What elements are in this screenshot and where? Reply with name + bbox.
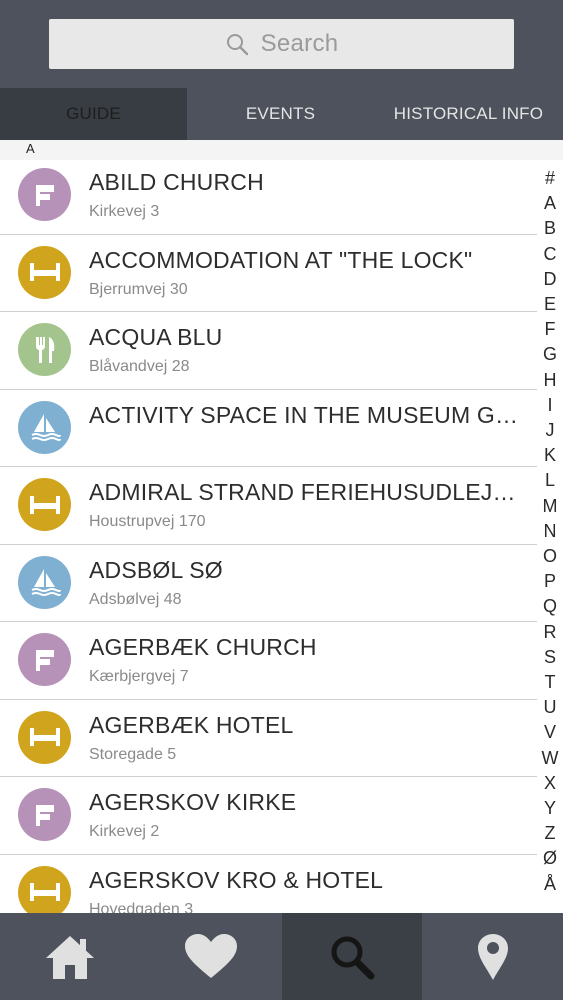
search-placeholder: Search — [260, 30, 339, 57]
tab-bar: GUIDE EVENTS HISTORICAL INFO — [0, 88, 563, 147]
bottom-nav — [0, 913, 563, 1000]
tab-historical-info[interactable]: HISTORICAL INFO — [374, 88, 563, 140]
alphabet-index-letter[interactable]: C — [544, 244, 557, 264]
bed-icon — [18, 478, 71, 531]
tab-label: HISTORICAL INFO — [393, 104, 544, 123]
church-flag-icon — [18, 788, 71, 841]
alphabet-index-letter[interactable]: A — [544, 193, 556, 213]
alphabet-index[interactable]: # A B C D E F G H I J K L M N O P Q R S T U V W X Y Z Ø Å — [537, 168, 563, 894]
alphabet-index-letter[interactable]: Y — [544, 798, 556, 818]
nav-search-button[interactable] — [281, 913, 423, 1000]
list-item-address: Blåvandvej 28 — [89, 358, 190, 375]
list-item-address: Hovedgaden 3 — [89, 900, 194, 914]
list-item-address: Kirkevej 3 — [89, 203, 160, 220]
list-item[interactable]: ACQUA BLU Blåvandvej 28 — [0, 312, 537, 390]
list-item-address: Kærbjergvej 7 — [89, 668, 189, 685]
alphabet-index-letter[interactable]: T — [545, 672, 556, 692]
list-item[interactable]: AGERSKOV KRO & HOTEL Hovedgaden 3 — [0, 855, 537, 914]
section-letter: A — [26, 141, 35, 156]
list-item-address: Houstrupvej 170 — [89, 513, 206, 530]
alphabet-index-letter[interactable]: P — [544, 571, 556, 591]
list-item[interactable]: AGERSKOV KIRKE Kirkevej 2 — [0, 777, 537, 855]
tab-events[interactable]: EVENTS — [187, 88, 374, 140]
tab-label: GUIDE — [66, 104, 121, 123]
location-pin-icon — [477, 933, 508, 980]
list-item-address: Storegade 5 — [89, 745, 177, 763]
alphabet-index-letter[interactable]: R — [544, 622, 557, 642]
alphabet-index-letter[interactable]: Å — [544, 874, 556, 894]
sailboat-icon — [18, 555, 71, 609]
list-item-title: ADMIRAL STRAND FERIEHUSUDLEJNING — [89, 479, 519, 505]
alphabet-index-letter[interactable]: J — [546, 420, 555, 440]
alphabet-index-letter[interactable]: V — [544, 722, 556, 742]
list-item-title: AGERSKOV KRO & HOTEL — [89, 866, 384, 893]
heart-icon — [185, 933, 238, 978]
alphabet-index-letter[interactable]: O — [543, 546, 557, 566]
list-item-address: Bjerrumvej 30 — [89, 280, 188, 298]
tab-label: EVENTS — [245, 104, 316, 123]
list-item-title: AGERSKOV KIRKE — [89, 789, 297, 815]
nav-home-button[interactable] — [0, 913, 141, 1000]
list-item[interactable]: ACCOMMODATION AT "THE LOCK" Bjerrumvej 30 — [0, 235, 537, 312]
list-item[interactable]: ADMIRAL STRAND FERIEHUSUDLEJNING Houstrup… — [0, 467, 537, 545]
church-flag-icon — [18, 168, 71, 221]
search-bar: Search — [0, 0, 563, 88]
list-item[interactable]: ADSBØL SØ Adsbølvej 48 — [0, 545, 537, 622]
alphabet-index-letter[interactable]: W — [542, 748, 559, 768]
alphabet-index-letter[interactable]: G — [543, 344, 557, 364]
sailboat-icon — [18, 400, 71, 454]
list-item[interactable]: AGERBÆK CHURCH Kærbjergvej 7 — [0, 622, 537, 700]
place-list[interactable]: ABILD CHURCH Kirkevej 3 ACCOMMODATION AT "… — [0, 157, 537, 913]
list-item-address: Adsbølvej 48 — [89, 590, 182, 608]
bed-icon — [18, 710, 71, 764]
alphabet-index-letter[interactable]: H — [544, 370, 557, 390]
search-icon — [331, 936, 375, 979]
alphabet-index-letter[interactable]: D — [544, 269, 557, 289]
list-item-address: Kirkevej 2 — [89, 823, 160, 840]
alphabet-index-letter[interactable]: M — [543, 496, 558, 516]
fork-knife-icon — [18, 323, 71, 376]
alphabet-index-letter[interactable]: K — [544, 445, 556, 465]
list-item-title: ADSBØL SØ — [89, 556, 223, 583]
list-item-title: ACQUA BLU — [89, 324, 223, 350]
alphabet-index-letter[interactable]: L — [545, 470, 555, 490]
list-item[interactable]: AGERBÆK HOTEL Storegade 5 — [0, 700, 537, 777]
list-item-title: ACCOMMODATION AT "THE LOCK" — [89, 246, 473, 273]
alphabet-index-letter[interactable]: Ø — [543, 848, 557, 868]
bed-icon — [18, 865, 71, 913]
bed-icon — [18, 245, 71, 299]
alphabet-index-letter[interactable]: U — [544, 697, 557, 717]
alphabet-index-letter[interactable]: S — [544, 647, 556, 667]
church-flag-icon — [18, 633, 71, 686]
alphabet-index-letter[interactable]: Z — [545, 823, 556, 843]
alphabet-index-letter[interactable]: Q — [543, 596, 557, 616]
alphabet-index-letter[interactable]: X — [544, 773, 556, 793]
list-item-title: ABILD CHURCH — [89, 169, 264, 195]
list-item-title: AGERBÆK CHURCH — [89, 634, 317, 660]
nav-map-button[interactable] — [422, 913, 563, 1000]
alphabet-index-letter[interactable]: F — [545, 319, 556, 339]
list-item[interactable]: ABILD CHURCH Kirkevej 3 — [0, 157, 537, 235]
search-icon — [226, 34, 248, 56]
nav-favorites-button[interactable] — [141, 913, 282, 1000]
search-input[interactable]: Search — [49, 19, 514, 69]
home-icon — [46, 935, 95, 979]
alphabet-index-letter[interactable]: N — [544, 521, 557, 541]
list-item-title: AGERBÆK HOTEL — [89, 711, 294, 738]
list-item-title: ACTIVITY SPACE IN THE MUSEUM GARDEN — [89, 401, 519, 428]
alphabet-index-letter[interactable]: # — [545, 168, 555, 188]
tab-guide[interactable]: GUIDE — [0, 88, 187, 147]
alphabet-index-letter[interactable]: E — [544, 294, 556, 314]
list-item[interactable]: ACTIVITY SPACE IN THE MUSEUM GARDEN — [0, 390, 537, 467]
alphabet-index-letter[interactable]: I — [547, 395, 552, 415]
alphabet-index-letter[interactable]: B — [544, 218, 556, 238]
